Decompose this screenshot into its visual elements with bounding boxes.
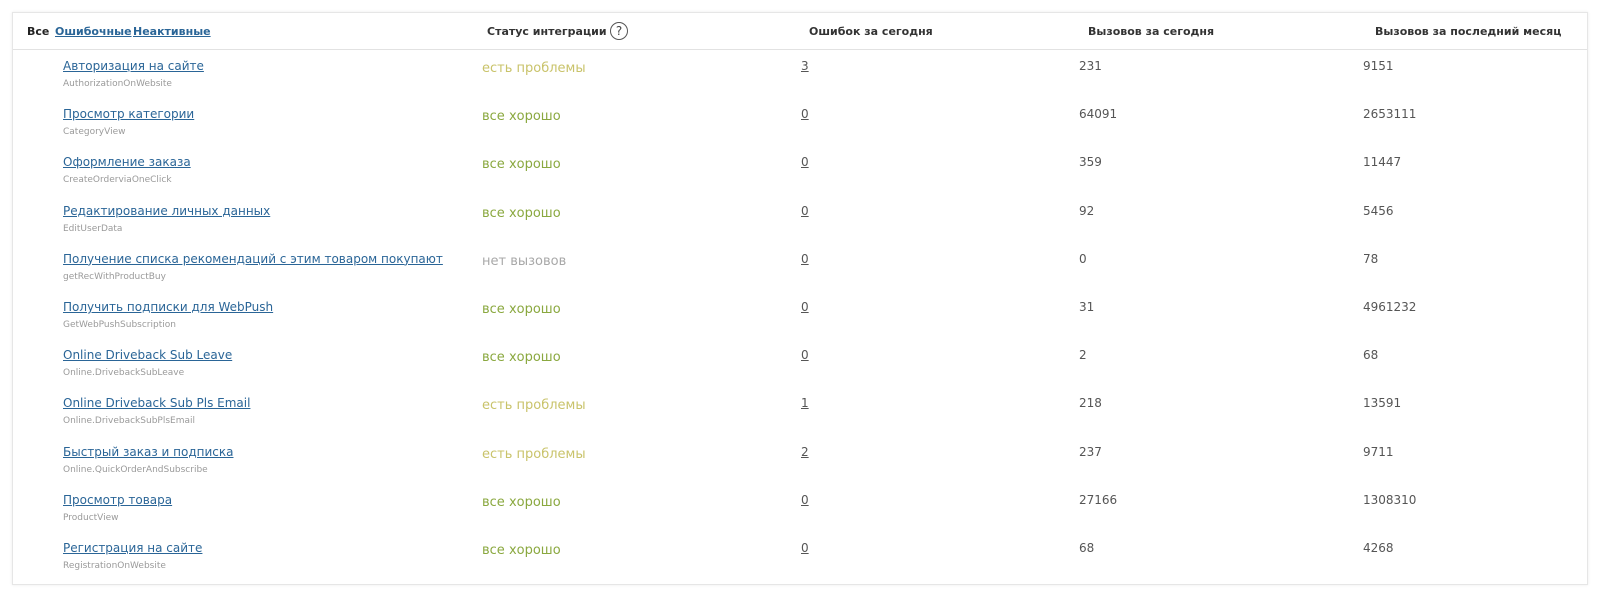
integrations-table: Все Ошибочные Неактивные Статус интеграц… (12, 12, 1588, 585)
integration-code: RegistrationOnWebsite (63, 561, 166, 571)
calls-today-value: 2 (1079, 348, 1087, 363)
table-row: Просмотр товара ProductView все хорошо 0 271… (13, 487, 1587, 535)
calls-today-value: 237 (1079, 444, 1102, 459)
integration-code: Online.QuickOrderAndSubscribe (63, 464, 208, 475)
calls-month-value: 1308310 (1363, 492, 1417, 507)
calls-month-value: 4268 (1363, 541, 1394, 555)
integration-status: все хорошо (482, 543, 561, 558)
integration-status: нет вызовов (482, 253, 567, 269)
calls-month-value: 5456 (1363, 203, 1394, 218)
integration-code: getRecWithProductBuy (63, 271, 166, 282)
calls-month-value: 13591 (1363, 396, 1402, 411)
calls-today-value: 27166 (1079, 492, 1118, 507)
table-row: Просмотр категории CategoryView все хорошо… (13, 101, 1587, 149)
calls-today-value: 68 (1079, 541, 1095, 555)
integration-name-link[interactable]: Получение списка рекомендаций с этим тов… (63, 252, 443, 266)
integration-name-link[interactable]: Просмотр категории (63, 107, 194, 121)
column-header-calls-today: Вызовов за сегодня (1088, 25, 1215, 38)
integration-code: EditUserData (63, 223, 123, 234)
integration-name-link[interactable]: Просмотр товара (63, 493, 172, 507)
calls-today-value: 218 (1079, 396, 1102, 411)
calls-month-value: 9711 (1363, 444, 1394, 459)
errors-today-link[interactable]: 0 (801, 107, 809, 121)
table-row: Авторизация на сайте AuthorizationOnWebsi… (13, 53, 1587, 101)
integration-name-link[interactable]: Online Driveback Sub Pls Email (63, 396, 250, 410)
calls-today-value: 0 (1079, 251, 1087, 266)
table-header: Все Ошибочные Неактивные Статус интеграц… (13, 13, 1587, 50)
table-row: Получить подписки для WebPush GetWebPushS… (13, 294, 1587, 342)
calls-today-value: 231 (1079, 59, 1102, 73)
errors-today-link[interactable]: 3 (801, 59, 809, 73)
calls-month-value: 2653111 (1363, 107, 1417, 122)
errors-today-link[interactable]: 0 (801, 541, 809, 555)
calls-today-value: 359 (1079, 155, 1102, 170)
integration-name-link[interactable]: Получить подписки для WebPush (63, 300, 273, 314)
table-row: Оформление заказа CreateOrderviaOneClick в… (13, 149, 1587, 197)
errors-today-link[interactable]: 0 (801, 204, 809, 218)
calls-month-value: 4961232 (1363, 300, 1417, 314)
integration-code: Online.DrivebackSubLeave (63, 368, 185, 379)
integration-code: ProductView (63, 512, 119, 523)
calls-today-value: 92 (1079, 203, 1095, 218)
table-row: Получение списка рекомендаций с этим тов… (13, 246, 1587, 294)
errors-today-link[interactable]: 0 (801, 348, 809, 362)
filter-errors-link[interactable]: Ошибочные (55, 25, 132, 38)
integration-code: Online.DrivebackSubPlsEmail (63, 416, 195, 427)
integration-status: все хорошо (482, 205, 561, 221)
help-icon[interactable]: ? (610, 22, 628, 40)
errors-today-link[interactable]: 1 (801, 396, 809, 410)
errors-today-link[interactable]: 0 (801, 252, 809, 266)
filter-all[interactable]: Все (27, 25, 49, 38)
integration-name-link[interactable]: Оформление заказа (63, 155, 191, 169)
calls-month-value: 9151 (1363, 59, 1394, 73)
column-header-errors-today: Ошибок за сегодня (809, 25, 933, 38)
calls-month-value: 68 (1363, 348, 1379, 363)
table-row: Регистрация на сайте RegistrationOnWebsit… (13, 535, 1587, 583)
integration-name-link[interactable]: Быстрый заказ и подписка (63, 445, 233, 459)
errors-today-link[interactable]: 2 (801, 445, 809, 459)
integration-status: все хорошо (482, 157, 561, 173)
table-row: Online Driveback Sub Pls Email Online.Dri… (13, 390, 1587, 438)
errors-today-link[interactable]: 0 (801, 493, 809, 507)
column-header-status: Статус интеграции (487, 25, 607, 38)
errors-today-link[interactable]: 0 (801, 155, 809, 169)
column-header-calls-month: Вызовов за последний месяц (1375, 25, 1562, 38)
integration-status: все хорошо (482, 302, 561, 317)
calls-month-value: 11447 (1363, 155, 1402, 170)
integration-name-link[interactable]: Регистрация на сайте (63, 541, 202, 555)
calls-today-value: 64091 (1079, 107, 1118, 122)
errors-today-link[interactable]: 0 (801, 300, 809, 314)
calls-month-value: 78 (1363, 251, 1379, 266)
table-row: Online Driveback Sub Leave Online.Driveba… (13, 342, 1587, 390)
table-row: Редактирование личных данных EditUserData… (13, 198, 1587, 246)
integration-code: CreateOrderviaOneClick (63, 175, 172, 186)
integration-code: GetWebPushSubscription (63, 320, 176, 330)
calls-today-value: 31 (1079, 300, 1095, 314)
integration-name-link[interactable]: Авторизация на сайте (63, 59, 204, 73)
integration-name-link[interactable]: Редактирование личных данных (63, 204, 270, 218)
filter-inactive-link[interactable]: Неактивные (133, 25, 211, 38)
integration-status: все хорошо (482, 109, 561, 125)
integration-status: есть проблемы (482, 61, 586, 76)
integration-status: все хорошо (482, 494, 561, 510)
integration-status: все хорошо (482, 350, 561, 366)
table-row: Быстрый заказ и подписка Online.QuickOrde… (13, 439, 1587, 487)
integration-code: CategoryView (63, 127, 126, 138)
integration-status: есть проблемы (482, 398, 586, 414)
integration-status: есть проблемы (482, 446, 586, 462)
integration-name-link[interactable]: Online Driveback Sub Leave (63, 348, 232, 362)
integration-code: AuthorizationOnWebsite (63, 79, 172, 89)
